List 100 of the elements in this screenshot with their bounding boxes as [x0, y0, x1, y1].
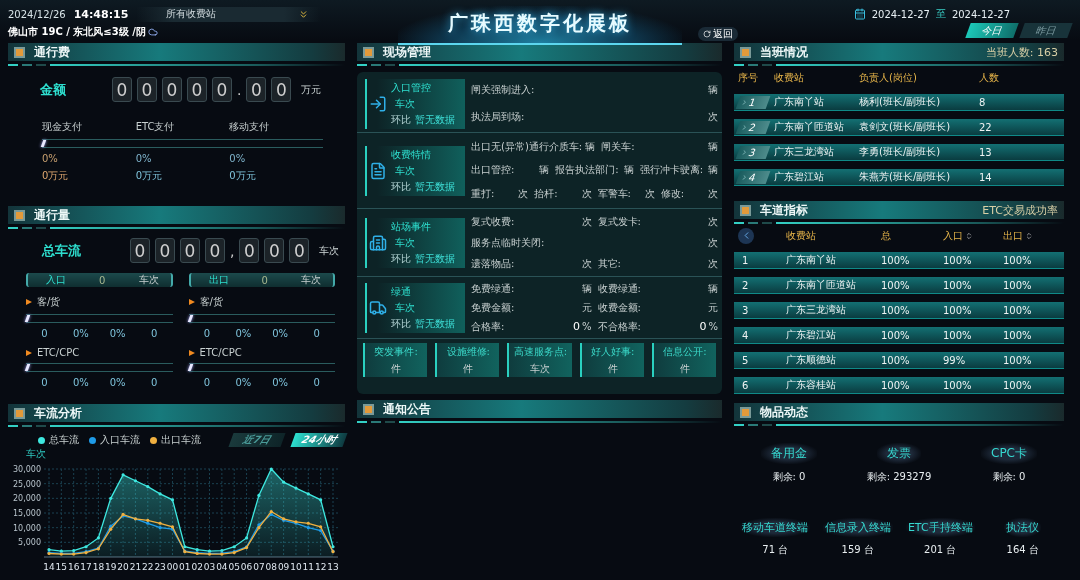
stat-value: 0 [203, 328, 210, 339]
square-icon [14, 407, 25, 419]
unit-text: 辆 [708, 163, 718, 178]
return-button[interactable]: 返回 [698, 27, 738, 41]
digit-box: 0 [130, 238, 150, 263]
stat-value: 0% [109, 377, 126, 388]
unit-text: 次 [581, 187, 592, 202]
compare-label: 环比 [391, 251, 411, 266]
unit-text: 次 [581, 214, 592, 229]
unit-text: 车次 [301, 273, 321, 287]
field-label: 收费绿通: [597, 281, 641, 296]
payment-label: 移动支付 [229, 120, 270, 134]
field-label: 服务点临时关闭: [471, 235, 545, 250]
table-cell-text: 广东碧江站 [786, 328, 837, 342]
category-title: 收费特情 [391, 147, 432, 162]
digit-box: 0 [180, 238, 200, 263]
table-cell-text: 5 [741, 354, 750, 366]
unit-text: 次 [518, 187, 529, 202]
side-label: 出口 [208, 273, 229, 287]
table-cell-text: 100% [1003, 254, 1033, 266]
unit-text: 辆 [581, 281, 592, 296]
login-icon [369, 94, 387, 113]
unit-text: 元 [708, 300, 718, 315]
digit-box: 0 [155, 238, 175, 263]
payment-amount: 0万元 [42, 169, 69, 183]
table-cell-text: 100% [943, 379, 973, 391]
sort-icon[interactable] [965, 231, 973, 240]
date-from[interactable]: 2024-12-27 [871, 8, 930, 20]
table-cell-text: 2 [741, 279, 750, 291]
day-tab[interactable]: 今日 [965, 23, 1019, 38]
y-tick-label: 20,000 [13, 494, 41, 504]
x-tick-label: 16 [67, 562, 80, 572]
unit-text: % [582, 320, 592, 332]
square-icon [740, 204, 751, 216]
x-tick-label: 13 [327, 562, 339, 572]
column-header: 总 [881, 228, 891, 243]
column-header[interactable]: 入口 [943, 228, 963, 243]
column-header: 收费站 [786, 228, 816, 243]
table-cell-text: 广东南丫匝道站 [774, 120, 845, 134]
digit-box: 0 [137, 77, 157, 102]
stat-value: 0% [73, 328, 89, 339]
unit-text: 车次 [530, 361, 551, 376]
table-cell-text: 99% [943, 354, 967, 366]
unit-text: 车次 [319, 243, 340, 258]
total-flow-label: 总车流 [42, 241, 82, 260]
table-cell-text: 李勇(班长/副班长) [859, 145, 942, 159]
unit-text: 辆 [585, 139, 596, 154]
device-label: 信息录入终端 [822, 518, 893, 537]
unit-text: 车次 [394, 300, 416, 315]
day-tab[interactable]: 昨日 [1019, 23, 1073, 38]
square-icon [363, 46, 374, 58]
x-tick-label: 05 [228, 562, 240, 572]
event-label: 突发事件: [374, 344, 418, 359]
unit-text: 辆 [708, 83, 718, 98]
table-cell-text: 100% [943, 304, 973, 316]
device-count: 159 台 [841, 543, 874, 557]
y-tick-label: 25,000 [13, 479, 41, 489]
device-count: 71 台 [762, 543, 789, 557]
digit-box: 0 [212, 77, 232, 102]
digit-separator: , [230, 242, 235, 259]
range-tab[interactable]: 24小时 [290, 433, 348, 447]
x-tick-label: 08 [265, 562, 277, 572]
column-header[interactable]: 出口 [1003, 228, 1023, 243]
date-to[interactable]: 2024-12-27 [951, 8, 1010, 20]
x-tick-label: 04 [216, 562, 228, 572]
back-button[interactable] [738, 227, 754, 244]
x-tick-label: 22 [142, 562, 154, 572]
event-label: 高速服务点: [513, 344, 568, 359]
stat-value: 0% [235, 328, 252, 339]
x-tick-label: 21 [129, 562, 142, 572]
stat-value: 0 [151, 377, 158, 388]
column-header: 负责人(岗位) [859, 70, 918, 85]
square-icon [740, 46, 751, 58]
legend-item: 入口车流 [89, 433, 140, 447]
unit-text: % [708, 320, 718, 332]
compare-label: 环比 [391, 316, 411, 331]
sort-icon[interactable] [1025, 231, 1033, 240]
device-count: 201 台 [924, 543, 957, 557]
weather-text: 佛山市 19C / 东北风≤3级 /阴 [8, 24, 146, 39]
square-icon [363, 403, 374, 415]
row-number: 4 [747, 171, 758, 183]
table-cell-text: 8 [979, 96, 987, 108]
x-tick-label: 15 [55, 562, 68, 572]
x-tick-label: 20 [117, 562, 129, 572]
field-label: 修改: [660, 187, 685, 202]
side-count: 0 [99, 274, 106, 286]
stat-value: 0% [109, 328, 126, 339]
section-title: 通知公告 [383, 400, 431, 418]
field-value: 0 [699, 319, 707, 333]
triangle-icon [188, 299, 195, 305]
table-cell-text: 100% [881, 379, 911, 391]
field-label: 重打: [471, 187, 495, 202]
table-cell-text: 广东碧江站 [774, 170, 825, 184]
digit-box: 0 [289, 238, 310, 263]
x-tick-label: 23 [154, 562, 166, 572]
table-cell-text: 100% [881, 279, 911, 291]
device-label: 移动车道终端 [740, 518, 811, 537]
refresh-icon [703, 30, 711, 38]
x-tick-label: 10 [290, 562, 302, 572]
range-tab[interactable]: 近7日 [228, 433, 286, 447]
